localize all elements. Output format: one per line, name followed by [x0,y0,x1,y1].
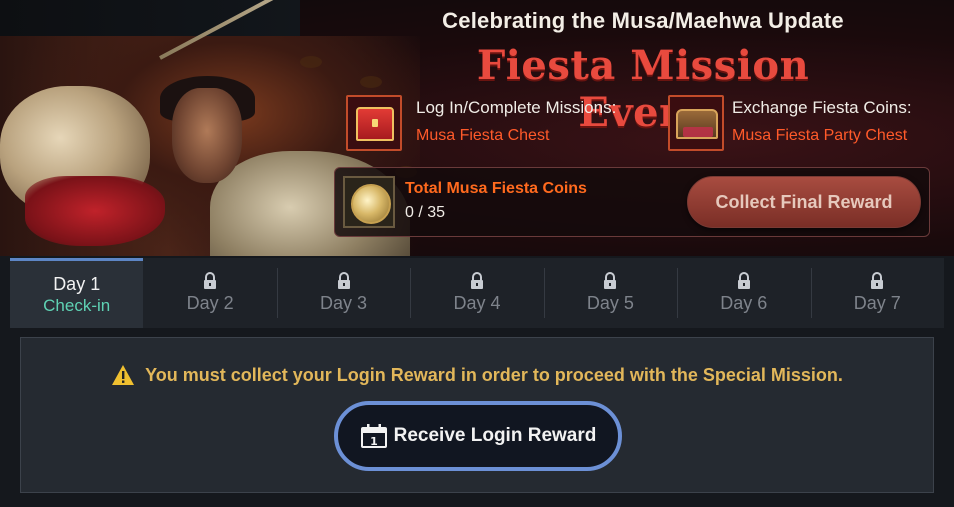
red-chest-icon [346,95,402,151]
lock-icon [871,272,884,289]
warning-text: You must collect your Login Reward in or… [145,364,843,385]
tab-day-1[interactable]: Day 1 Check-in [10,258,144,328]
tab-title: Day 2 [186,293,234,313]
reward-label: Exchange Fiesta Coins: [732,98,912,117]
leaf-art [360,76,382,88]
hero-face-art [172,88,242,183]
tab-title: Day 1 [53,273,101,294]
reward-missions: Log In/Complete Missions: Musa Fiesta Ch… [346,95,616,151]
lock-icon [470,272,483,289]
tab-day-3[interactable]: Day 3 [276,258,410,328]
lock-icon [337,272,350,289]
receive-button-label: Receive Login Reward [393,425,597,446]
calendar-day: 1 [370,435,378,448]
day-tabs: Day 1 Check-in Day 2 Day 3 Day 4 Day 5 D… [10,258,944,328]
tab-day-4[interactable]: Day 4 [410,258,543,328]
lock-icon [204,272,217,289]
tab-day-5[interactable]: Day 5 [543,258,677,328]
collect-final-reward-button[interactable]: Collect Final Reward [687,176,921,228]
reward-label: Log In/Complete Missions: [416,98,617,117]
party-chest-icon [668,95,724,151]
warning-message: You must collect your Login Reward in or… [21,364,933,386]
coin-panel: Total Musa Fiesta Coins 0 / 35 Collect F… [334,167,930,237]
tab-title: Day 3 [320,293,368,313]
tab-subtitle: Check-in [43,295,111,315]
fiesta-coin-icon [343,176,395,228]
lock-icon [737,272,750,289]
red-sash-art [25,176,165,246]
tab-title: Day 7 [853,293,901,313]
tab-title: Day 6 [720,293,768,313]
coin-label: Total Musa Fiesta Coins [405,180,587,197]
reward-item-name: Musa Fiesta Party Chest [732,127,908,144]
mission-content: You must collect your Login Reward in or… [20,337,934,493]
warning-icon [112,365,135,385]
tab-day-2[interactable]: Day 2 [143,258,276,328]
coin-count: 0 / 35 [405,204,446,221]
reward-item-name: Musa Fiesta Chest [416,127,550,144]
event-subtitle: Celebrating the Musa/Maehwa Update [442,8,844,33]
tab-day-6[interactable]: Day 6 [677,258,810,328]
reward-exchange: Exchange Fiesta Coins: Musa Fiesta Party… [668,95,912,151]
tab-day-7[interactable]: Day 7 [810,258,944,328]
calendar-icon: 1 [360,424,387,448]
leaf-art [300,56,322,68]
tab-title: Day 5 [586,293,634,313]
event-banner: Celebrating the Musa/Maehwa Update Fiest… [0,0,954,256]
receive-login-reward-button[interactable]: 1 Receive Login Reward [334,401,622,471]
lock-icon [604,272,617,289]
tab-title: Day 4 [453,293,501,313]
